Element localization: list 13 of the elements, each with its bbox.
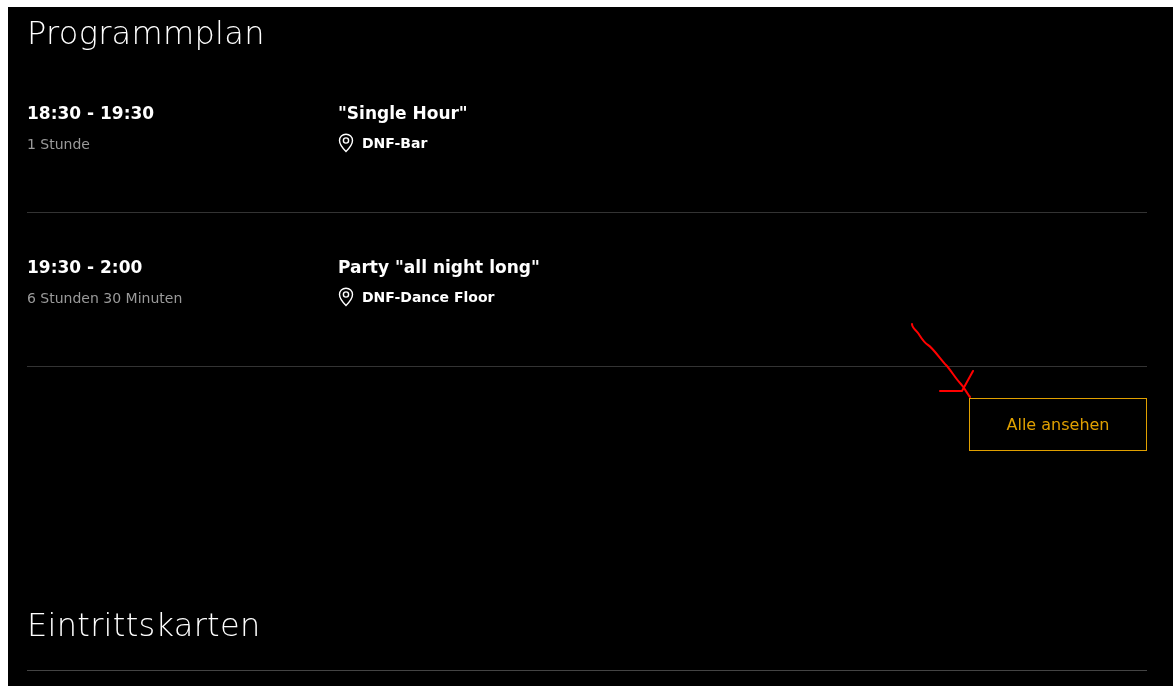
event-duration: 1 Stunde [27,135,90,154]
event-location: DNF-Bar [362,134,428,153]
event-duration: 6 Stunden 30 Minuten [27,289,183,308]
section-heading: Programmplan [27,13,266,54]
event-title: Party "all night long" [338,257,540,277]
event-location: DNF-Dance Floor [362,288,495,307]
view-all-button[interactable]: Alle ansehen [969,398,1147,451]
location-pin-icon [338,287,354,307]
section-heading: Eintrittskarten [27,605,262,646]
event-time: 18:30 - 19:30 [27,103,155,123]
event-time: 19:30 - 2:00 [27,257,143,277]
location-pin-icon [338,133,354,153]
event-title: "Single Hour" [338,103,468,123]
